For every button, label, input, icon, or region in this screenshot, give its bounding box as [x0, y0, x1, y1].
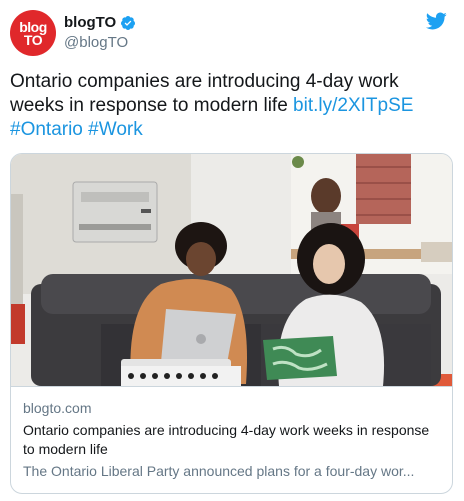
- tweet-embed: blog TO blogTO @blogTO Ontario companies…: [0, 0, 464, 501]
- twitter-bird-icon[interactable]: [424, 10, 448, 32]
- author-name-row[interactable]: blogTO: [64, 14, 136, 31]
- hashtag-ontario[interactable]: #Ontario: [10, 119, 83, 140]
- card-body[interactable]: blogto.com Ontario companies are introdu…: [11, 386, 452, 493]
- display-name[interactable]: blogTO: [64, 14, 116, 31]
- card-title: Ontario companies are introducing 4-day …: [23, 422, 430, 457]
- tweet-link[interactable]: bit.ly/2XITpSE: [293, 95, 413, 116]
- link-card[interactable]: blogto.com Ontario companies are introdu…: [10, 153, 453, 494]
- hashtag-work[interactable]: #Work: [88, 119, 143, 140]
- card-image[interactable]: [11, 154, 452, 386]
- card-description: The Ontario Liberal Party announced plan…: [23, 463, 415, 479]
- tweet-text: Ontario companies are introducing 4-day …: [10, 70, 450, 142]
- verified-badge-icon: [120, 15, 136, 31]
- avatar-text-to: TO: [23, 32, 43, 48]
- author-handle[interactable]: @blogTO: [64, 34, 128, 51]
- card-domain: blogto.com: [23, 400, 92, 416]
- avatar[interactable]: blog TO: [10, 10, 56, 56]
